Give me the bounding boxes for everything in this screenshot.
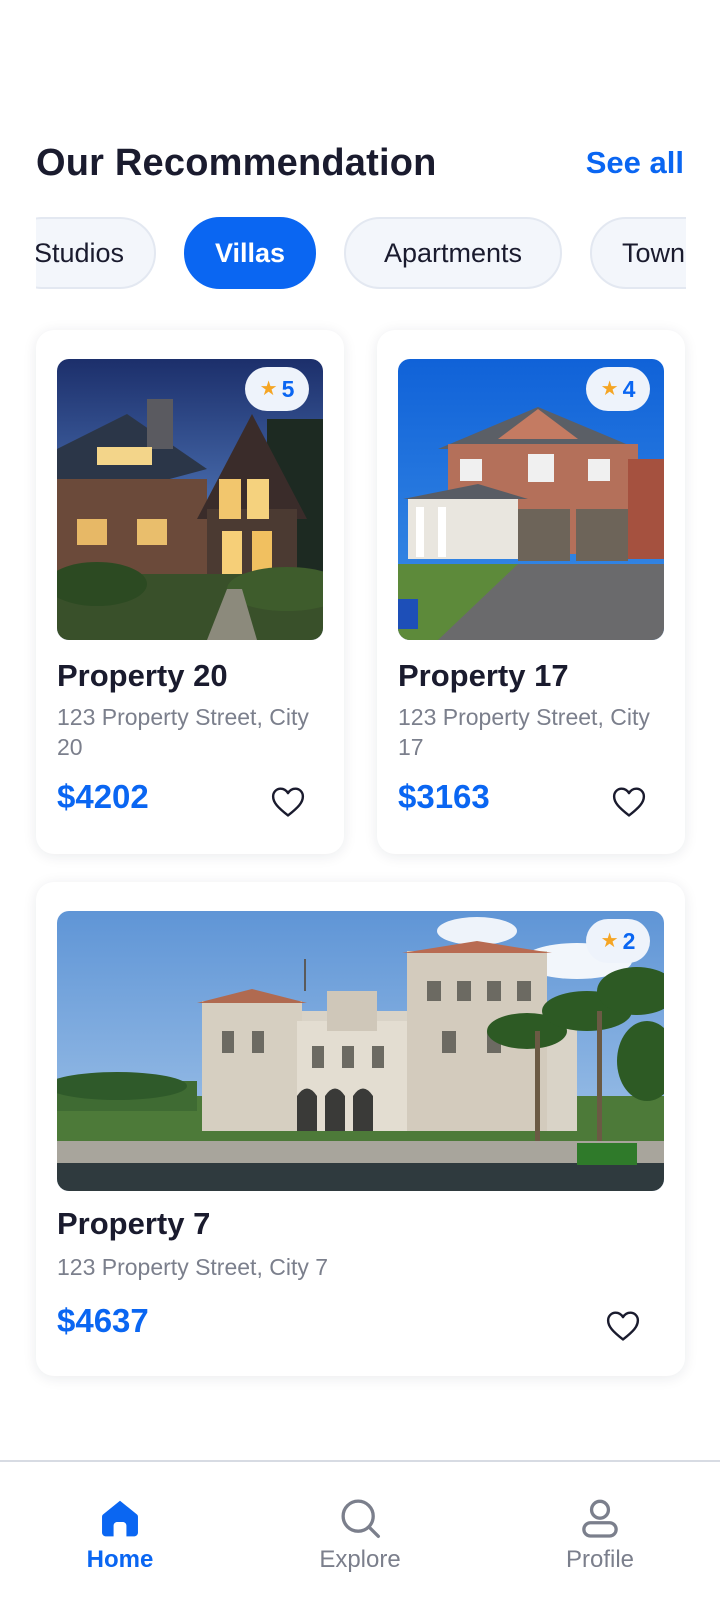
rating-value: 2: [622, 927, 636, 954]
nav-profile-label: Profile: [565, 1546, 635, 1573]
section-title: Our Recommendation: [36, 141, 437, 184]
chip-studios[interactable]: Studios: [36, 217, 156, 289]
property-card[interactable]: ★ 2 Property 7 123 Property Street, City…: [36, 882, 685, 1376]
section-header: Our Recommendation See all: [36, 138, 684, 188]
property-address: 123 Property Street, City 17: [398, 704, 650, 760]
favorite-button[interactable]: [609, 782, 649, 822]
property-card[interactable]: ★ 4 Property 17 123 Property Street, Cit…: [377, 330, 685, 854]
heart-icon: [271, 787, 305, 817]
property-price: $4202: [57, 778, 149, 815]
heart-icon: [606, 1311, 640, 1341]
property-title: Property 17: [398, 658, 569, 693]
property-price: $3163: [398, 778, 490, 815]
user-icon: [582, 1499, 618, 1538]
star-icon: ★: [600, 930, 619, 952]
brick-house-photo: ★ 4: [398, 359, 664, 640]
rating-badge: ★ 5: [245, 367, 309, 411]
chip-town[interactable]: Town: [590, 217, 686, 289]
rating-value: 5: [281, 375, 295, 402]
property-address: 123 Property Street, City 7: [57, 1254, 329, 1280]
rating-badge: ★ 2: [586, 919, 650, 963]
nav-explore[interactable]: Explore: [240, 1462, 480, 1600]
see-all-link[interactable]: See all: [586, 145, 684, 181]
house-at-dusk-photo: ★ 5: [57, 359, 323, 640]
property-title: Property 7: [57, 1206, 211, 1241]
rating-badge: ★ 4: [586, 367, 650, 411]
chip-apartments[interactable]: Apartments: [344, 217, 562, 289]
search-icon: [341, 1499, 380, 1538]
nav-home[interactable]: Home: [0, 1462, 240, 1600]
home-icon: [102, 1500, 138, 1537]
heart-icon: [612, 787, 646, 817]
star-icon: ★: [600, 378, 619, 400]
waterfront-mansion-photo: ★ 2: [57, 911, 664, 1191]
nav-profile[interactable]: Profile: [480, 1462, 720, 1600]
property-image: [57, 911, 664, 1191]
property-address: 123 Property Street, City 20: [57, 704, 309, 760]
nav-home-label: Home: [86, 1546, 154, 1573]
star-icon: ★: [259, 378, 278, 400]
favorite-button[interactable]: [268, 782, 308, 822]
favorite-button[interactable]: [603, 1306, 643, 1346]
property-price: $4637: [57, 1302, 149, 1339]
property-title: Property 20: [57, 658, 228, 693]
property-card[interactable]: ★ 5 Property 20 123 Property Street, Cit…: [36, 330, 344, 854]
rating-value: 4: [622, 375, 636, 402]
bottom-navigation: Home Explore Profile: [0, 1460, 720, 1600]
category-chips[interactable]: Studios Villas Apartments Town: [36, 216, 686, 290]
nav-explore-label: Explore: [319, 1546, 401, 1573]
chip-villas[interactable]: Villas: [184, 217, 316, 289]
